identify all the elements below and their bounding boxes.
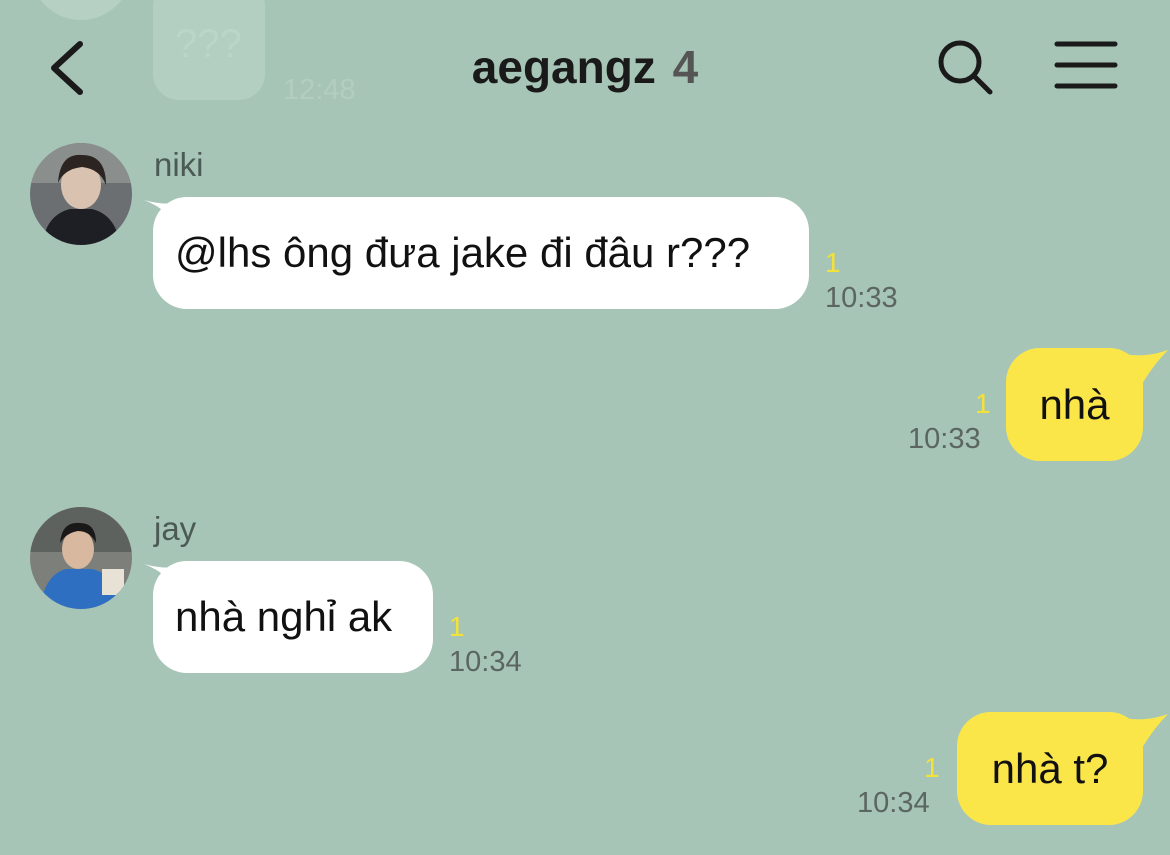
profile-photo xyxy=(30,507,132,609)
avatar-jay[interactable] xyxy=(30,507,132,609)
message-time: 10:34 xyxy=(857,787,930,819)
sender-name: jay xyxy=(154,510,197,547)
message-time: 10:34 xyxy=(449,646,522,678)
profile-photo xyxy=(30,143,132,245)
chat-header: aegangz 4 xyxy=(0,0,1170,135)
unread-count: 1 xyxy=(924,752,940,783)
bubble-tail xyxy=(1124,350,1168,384)
message-text: nhà t? xyxy=(991,744,1109,792)
unread-count: 1 xyxy=(825,247,841,278)
chat-title: aegangz 4 xyxy=(0,40,1170,94)
unread-count: 1 xyxy=(449,611,465,642)
sender-name: niki xyxy=(154,146,204,183)
message-bubble[interactable]: nhà nghỉ ak xyxy=(153,561,433,673)
message-time: 10:33 xyxy=(908,423,981,455)
hamburger-menu-icon xyxy=(1054,41,1118,89)
search-icon xyxy=(938,40,993,95)
member-count: 4 xyxy=(672,41,699,93)
message-bubble[interactable]: nhà xyxy=(1006,348,1143,461)
avatar-niki[interactable] xyxy=(30,143,132,245)
menu-button[interactable] xyxy=(1054,40,1118,90)
chat-name: aegangz xyxy=(471,41,656,93)
message-text: nhà nghỉ ak xyxy=(175,593,393,640)
message-bubble[interactable]: @lhs ông đưa jake đi đâu r??? xyxy=(153,197,809,309)
unread-count: 1 xyxy=(975,388,991,419)
search-button[interactable] xyxy=(936,38,994,96)
message-time: 10:33 xyxy=(825,282,898,314)
message-text: @lhs ông đưa jake đi đâu r??? xyxy=(175,229,751,276)
message-text: nhà xyxy=(1039,380,1110,428)
bubble-tail xyxy=(1124,714,1168,748)
message-bubble[interactable]: nhà t? xyxy=(957,712,1143,825)
